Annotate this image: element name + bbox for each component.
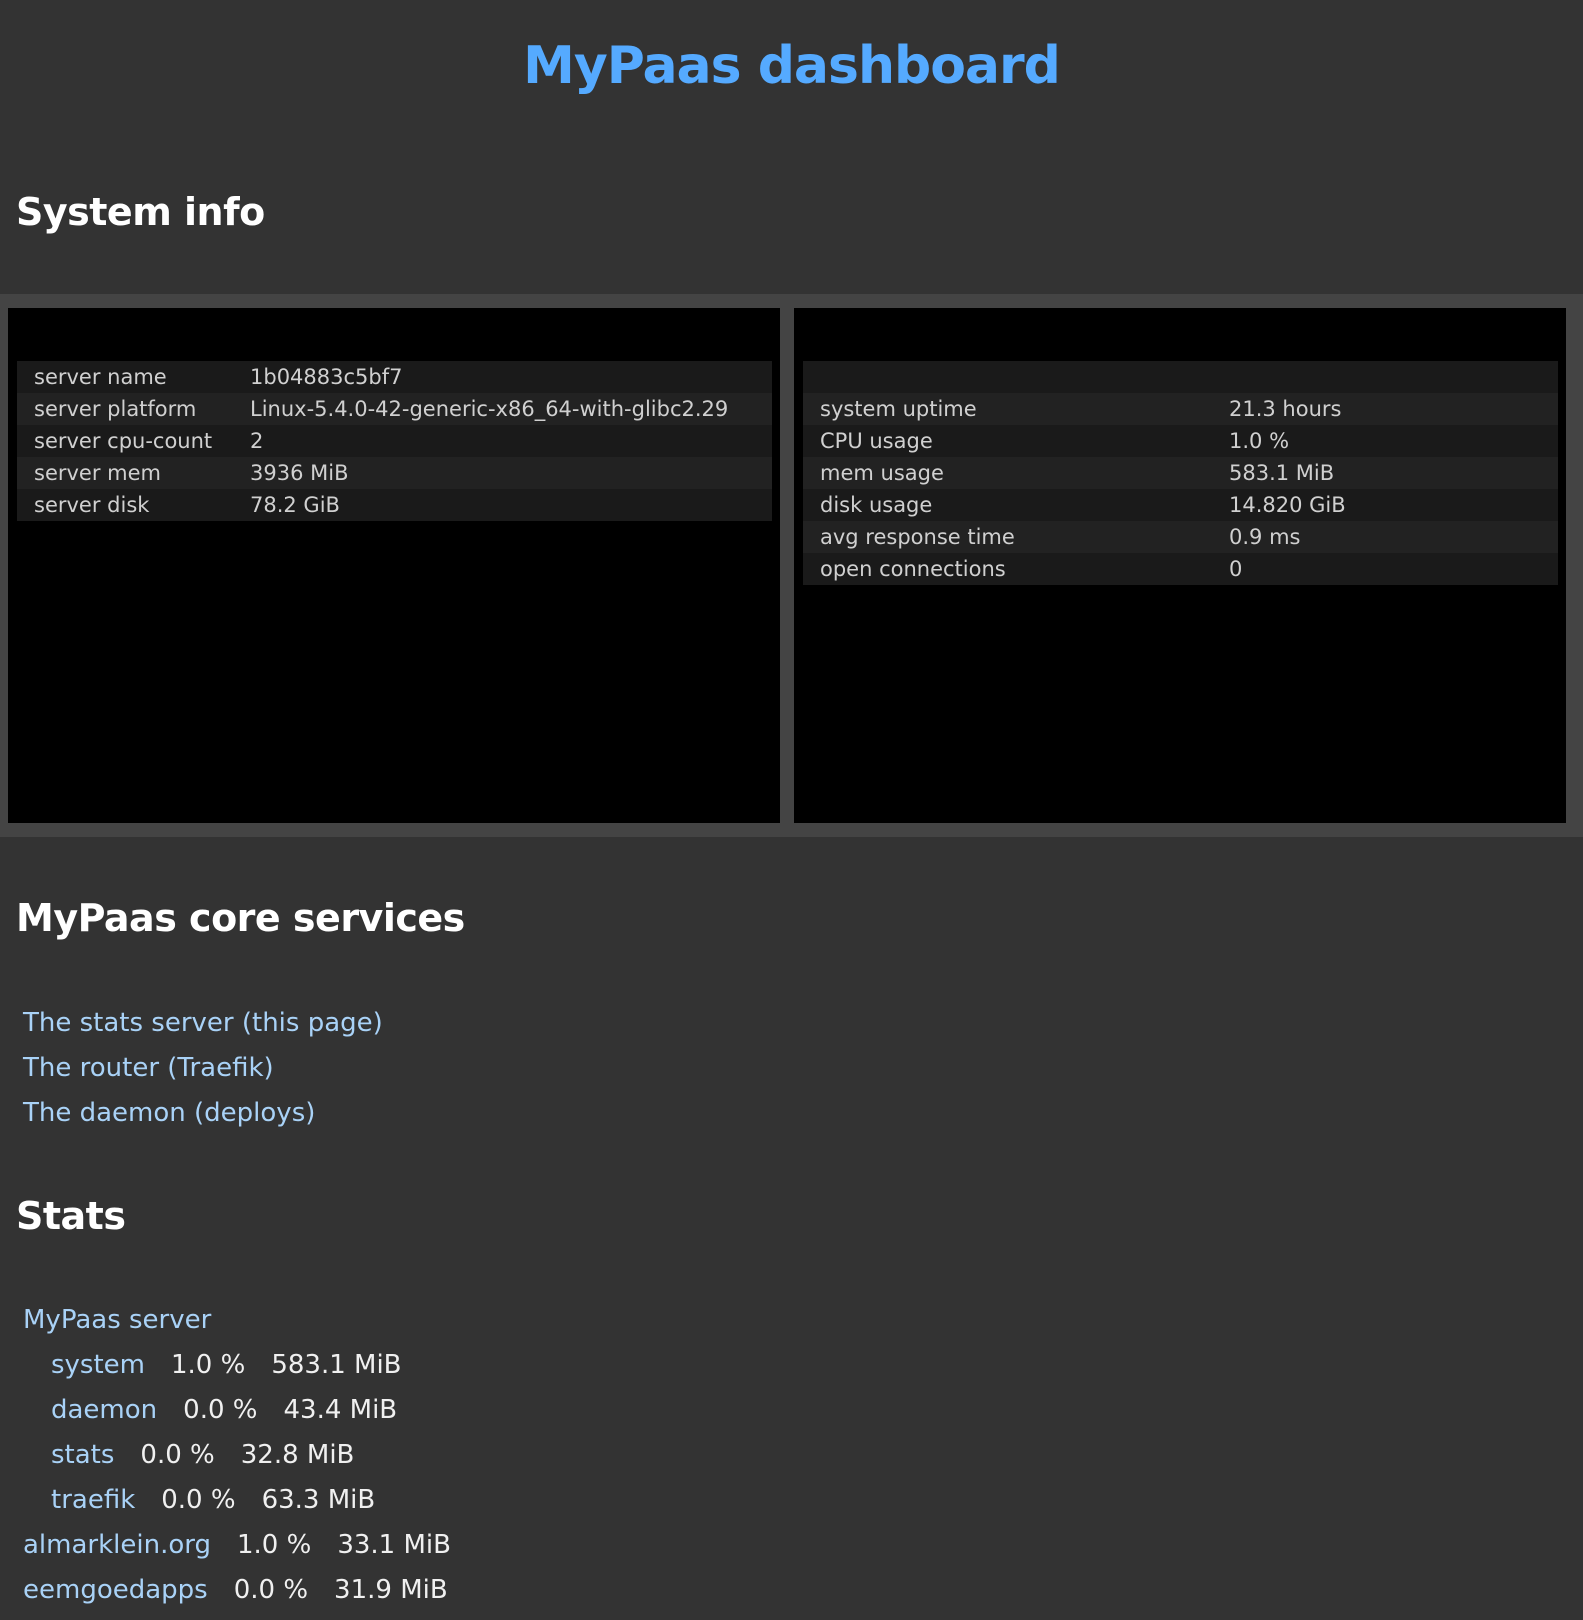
table-row: mem usage 583.1 MiB — [803, 457, 1558, 489]
row-label: server platform — [34, 397, 197, 421]
core-services-heading: MyPaas core services — [16, 896, 465, 940]
cpu-value: 1.0 % — [171, 1350, 246, 1380]
stats-item: stats 0.0 % 32.8 MiB — [23, 1435, 451, 1480]
table-row: disk usage 14.820 GiB — [803, 489, 1558, 521]
stats-app: eemgoedapps 0.0 % 31.9 MiB — [23, 1570, 451, 1615]
server-info-panel: server name 1b04883c5bf7 server platform L… — [8, 308, 780, 823]
stats-app-link[interactable]: eemgoedapps — [23, 1575, 208, 1605]
table-row: server mem 3936 MiB — [17, 457, 772, 489]
table-row: server disk 78.2 GiB — [17, 489, 772, 521]
mem-value: 63.3 MiB — [261, 1485, 376, 1515]
cpu-value: 0.0 % — [183, 1395, 258, 1425]
usage-info-panel: system uptime 21.3 hours CPU usage 1.0 % m… — [794, 308, 1566, 823]
row-value: 0 — [1229, 557, 1243, 581]
table-row: open connections 0 — [803, 553, 1558, 585]
server-info-table: server name 1b04883c5bf7 server platform L… — [17, 361, 772, 521]
stats-list: MyPaas server system 1.0 % 583.1 MiB daemo… — [23, 1300, 451, 1615]
row-value: 583.1 MiB — [1229, 461, 1335, 485]
usage-info-table: system uptime 21.3 hours CPU usage 1.0 % m… — [803, 361, 1558, 585]
core-services-links: The stats server (this page) The router … — [23, 1003, 383, 1138]
mem-value: 43.4 MiB — [283, 1395, 398, 1425]
stats-item-link[interactable]: daemon — [51, 1395, 157, 1425]
mem-value: 33.1 MiB — [337, 1530, 451, 1560]
mem-value: 31.9 MiB — [334, 1575, 448, 1605]
table-row: CPU usage 1.0 % — [803, 425, 1558, 457]
stats-item: system 1.0 % 583.1 MiB — [23, 1345, 451, 1390]
table-row: system uptime 21.3 hours — [803, 393, 1558, 425]
row-label: system uptime — [820, 397, 977, 421]
page-title: MyPaas dashboard — [523, 36, 1061, 96]
mem-value: 583.1 MiB — [271, 1350, 402, 1380]
table-row: avg response time 0.9 ms — [803, 521, 1558, 553]
stats-server-link[interactable]: The stats server (this page) — [23, 1008, 383, 1038]
cpu-value: 0.0 % — [140, 1440, 215, 1470]
row-label: open connections — [820, 557, 1006, 581]
table-row: server cpu-count 2 — [17, 425, 772, 457]
cpu-value: 0.0 % — [233, 1575, 309, 1605]
row-value: 2 — [250, 429, 264, 453]
system-info-panels: server name 1b04883c5bf7 server platform L… — [0, 294, 1583, 837]
row-label: server name — [34, 365, 167, 389]
row-label: mem usage — [820, 461, 944, 485]
table-row: server platform Linux-5.4.0-42-generic-x8… — [17, 393, 772, 425]
row-value: 21.3 hours — [1229, 397, 1342, 421]
table-row-empty — [803, 361, 1558, 393]
mem-value: 32.8 MiB — [240, 1440, 355, 1470]
stats-heading: Stats — [16, 1194, 126, 1238]
system-info-heading: System info — [16, 190, 265, 234]
row-label: server mem — [34, 461, 161, 485]
router-link[interactable]: The router (Traefik) — [23, 1053, 274, 1083]
row-label: disk usage — [820, 493, 933, 517]
stats-app-link[interactable]: almarklein.org — [23, 1530, 211, 1560]
stats-item-link[interactable]: traefik — [51, 1485, 135, 1515]
row-value: Linux-5.4.0-42-generic-x86_64-with-glibc… — [250, 397, 729, 421]
cpu-value: 0.0 % — [161, 1485, 236, 1515]
row-value: 1.0 % — [1229, 429, 1290, 453]
row-value: 0.9 ms — [1229, 525, 1301, 549]
row-label: server disk — [34, 493, 150, 517]
stats-item-link[interactable]: stats — [51, 1440, 114, 1470]
row-label: CPU usage — [820, 429, 933, 453]
row-value: 78.2 GiB — [250, 493, 340, 517]
row-label: server cpu-count — [34, 429, 213, 453]
stats-item: traefik 0.0 % 63.3 MiB — [23, 1480, 451, 1525]
cpu-value: 1.0 % — [237, 1530, 312, 1560]
stats-app: almarklein.org 1.0 % 33.1 MiB — [23, 1525, 451, 1570]
row-value: 14.820 GiB — [1229, 493, 1346, 517]
stats-item-link[interactable]: system — [51, 1350, 145, 1380]
stats-item: daemon 0.0 % 43.4 MiB — [23, 1390, 451, 1435]
row-value: 3936 MiB — [250, 461, 349, 485]
row-label: avg response time — [820, 525, 1015, 549]
daemon-link[interactable]: The daemon (deploys) — [23, 1098, 315, 1128]
row-value: 1b04883c5bf7 — [250, 365, 403, 389]
mypaas-server-link[interactable]: MyPaas server — [23, 1305, 211, 1335]
table-row: server name 1b04883c5bf7 — [17, 361, 772, 393]
